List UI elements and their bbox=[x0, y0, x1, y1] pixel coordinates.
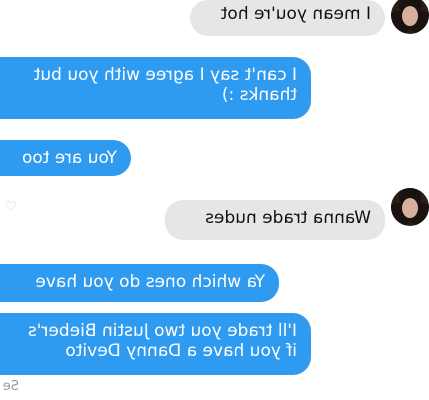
mirrored-chat-thread: I mean you're hot I can't say I agree wi… bbox=[0, 0, 429, 400]
seen-status: Se bbox=[2, 379, 19, 394]
contact-avatar[interactable] bbox=[391, 188, 429, 226]
message-text: Wanna trade nudes bbox=[205, 208, 371, 228]
message-text: I'll trade you two Justin Bieber's bbox=[27, 321, 297, 341]
avatar-face bbox=[402, 198, 418, 218]
incoming-message-bubble[interactable]: I mean you're hot bbox=[190, 0, 385, 36]
outgoing-message-bubble[interactable]: Ya which ones do you have bbox=[0, 264, 279, 302]
message-text: thanks :) bbox=[221, 85, 297, 105]
message-text: I can't say I agree with you but bbox=[33, 65, 297, 85]
chat-screenshot: I mean you're hot I can't say I agree wi… bbox=[0, 0, 429, 400]
message-text: I mean you're hot bbox=[220, 4, 371, 24]
message-text: You are too bbox=[21, 148, 117, 168]
outgoing-message-bubble[interactable]: I can't say I agree with you but thanks … bbox=[0, 57, 311, 119]
outgoing-message-bubble[interactable]: I'll trade you two Justin Bieber's if yo… bbox=[0, 313, 311, 375]
contact-avatar[interactable] bbox=[391, 0, 429, 34]
heart-icon[interactable]: ♡ bbox=[3, 199, 17, 215]
message-text: Ya which ones do you have bbox=[35, 272, 265, 292]
incoming-message-bubble[interactable]: Wanna trade nudes bbox=[165, 200, 385, 240]
outgoing-message-bubble[interactable]: You are too bbox=[0, 140, 131, 176]
message-text: if you have a Danny Devito bbox=[65, 341, 297, 361]
avatar-face bbox=[402, 6, 418, 26]
